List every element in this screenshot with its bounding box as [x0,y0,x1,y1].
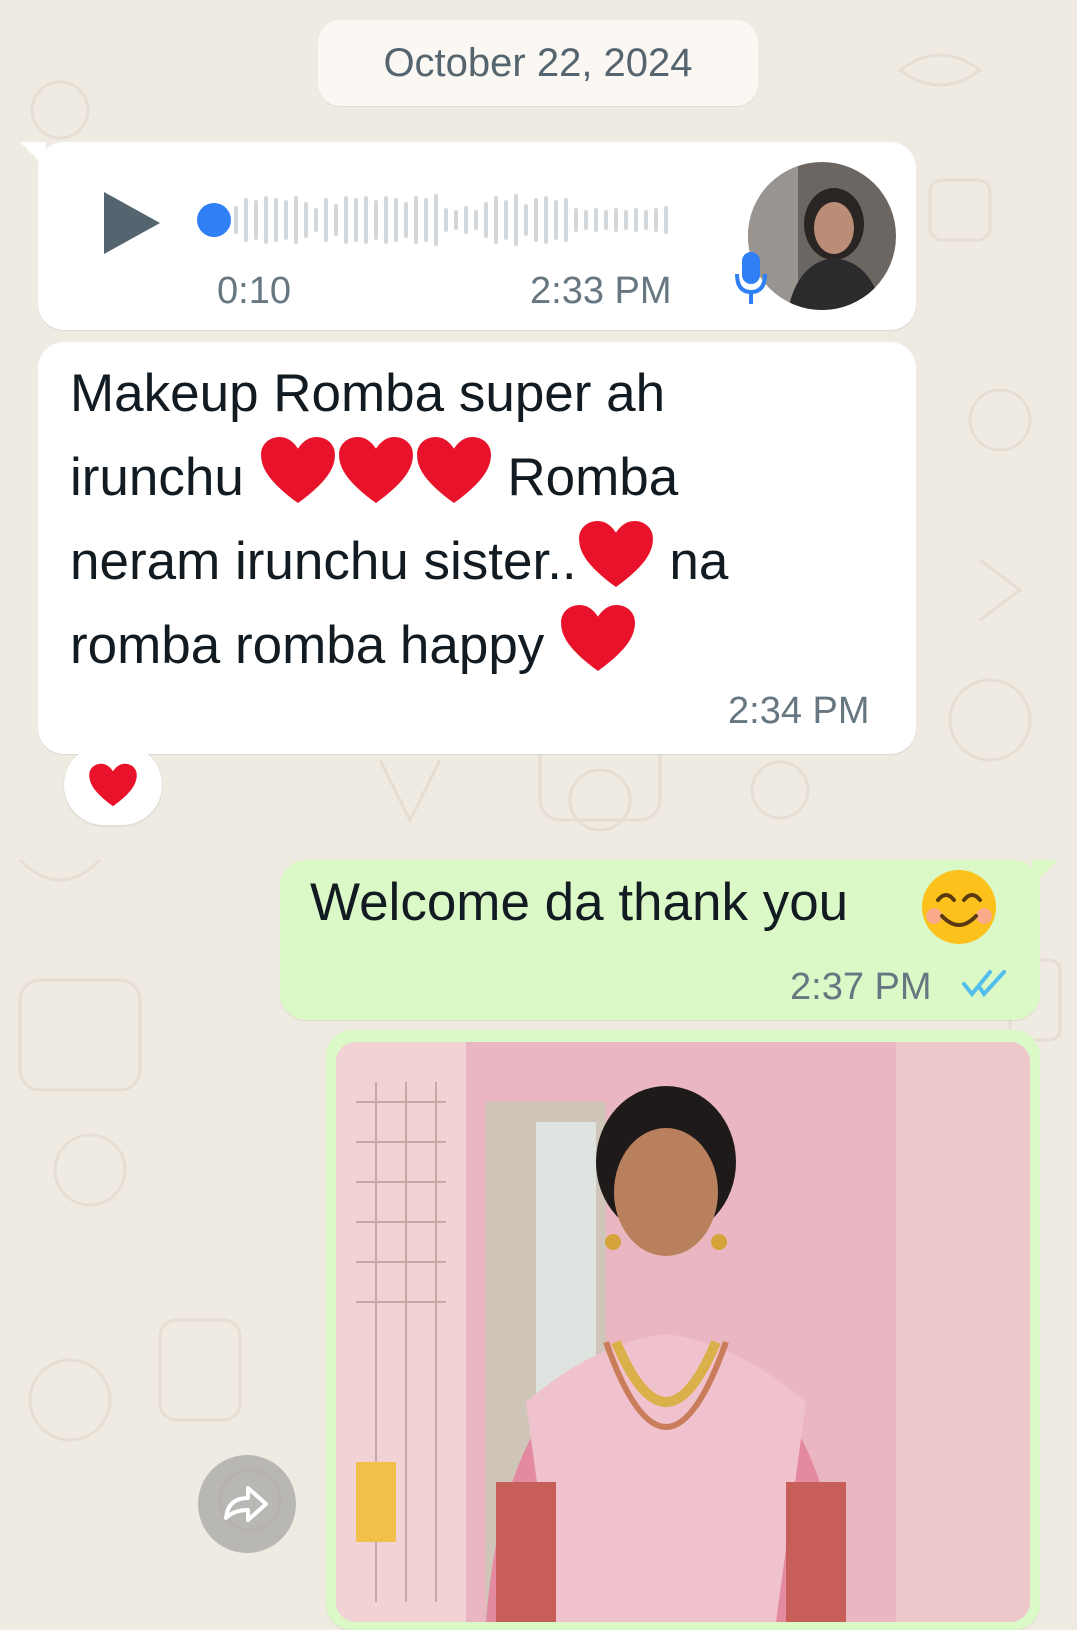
voice-waveform[interactable] [196,190,676,250]
incoming-message-timestamp: 2:34 PM [728,690,870,732]
photo-content [336,1042,1030,1622]
sender-avatar[interactable] [748,162,896,310]
incoming-message-text: Makeup Romba super ah irunchu Romba nera… [70,352,830,687]
message-line-3a: neram irunchu sister.. [70,532,577,591]
message-line-2a: irunchu [70,448,244,507]
shared-photo[interactable] [336,1042,1030,1622]
heart-emoji-icon [338,436,413,504]
message-line-1: Makeup Romba super ah [70,364,666,423]
heart-emoji-icon [561,604,635,672]
play-icon[interactable] [102,190,162,256]
outgoing-message-text: Welcome da thank you [310,873,849,932]
microphone-icon [735,252,767,304]
playback-scrubber [197,203,231,237]
smiling-face-emoji-icon [922,870,996,944]
outgoing-message-timestamp: 2:37 PM [790,966,932,1008]
message-line-2b: Romba [507,448,679,507]
date-separator-label: October 22, 2024 [383,40,693,85]
date-separator: October 22, 2024 [318,20,758,106]
voice-duration: 0:10 [217,270,291,312]
heart-emoji-icon [416,436,491,504]
forward-icon [224,1486,268,1522]
profile-photo-icon [748,162,896,310]
bubble-tail [1032,860,1058,886]
read-receipt-icon [962,970,1006,998]
heart-emoji-icon [260,436,335,504]
message-reaction[interactable]: ❤️ [64,745,162,825]
heart-reaction-icon [89,763,137,807]
message-line-4: romba romba happy [70,616,545,675]
voice-timestamp: 2:33 PM [530,270,672,312]
bubble-tail [20,142,46,168]
message-line-3b: na [669,532,729,591]
heart-emoji-icon [578,520,653,588]
forward-button[interactable] [198,1455,296,1553]
